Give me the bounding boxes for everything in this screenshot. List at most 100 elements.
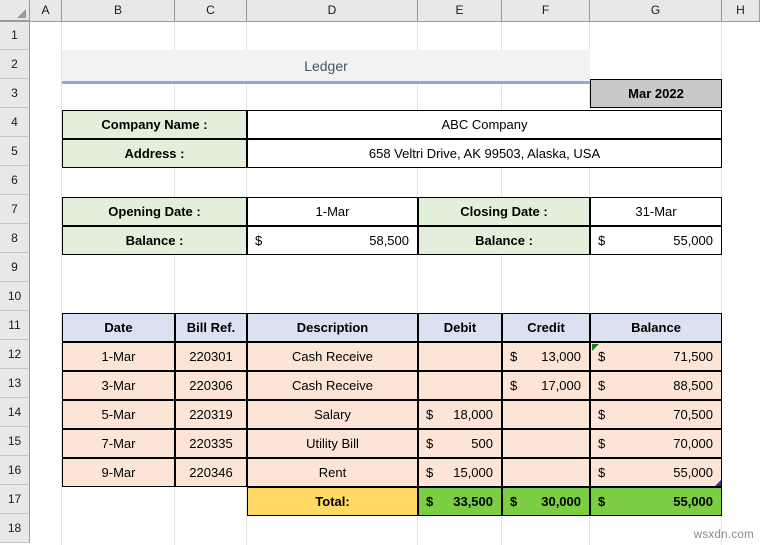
currency-symbol: $ bbox=[426, 436, 434, 451]
amount: 58,500 bbox=[369, 233, 409, 248]
row-header-1[interactable]: 1 bbox=[0, 21, 30, 50]
total-balance: $ 55,000 bbox=[590, 487, 722, 516]
table-row: 3-Mar bbox=[62, 371, 175, 400]
row-header-3[interactable]: 3 bbox=[0, 79, 30, 108]
row-header-11[interactable]: 11 bbox=[0, 311, 30, 340]
closing-date-value: 31-Mar bbox=[590, 197, 722, 226]
row-header-8[interactable]: 8 bbox=[0, 224, 30, 253]
column-header-a[interactable]: A bbox=[30, 0, 62, 21]
amount: 33,500 bbox=[453, 494, 493, 509]
amount: 55,000 bbox=[673, 465, 713, 480]
row-header-7[interactable]: 7 bbox=[0, 195, 30, 224]
currency-symbol: $ bbox=[598, 233, 606, 248]
closing-balance-value: $ 55,000 bbox=[590, 226, 722, 255]
table-row bbox=[502, 458, 590, 487]
row-header-5[interactable]: 5 bbox=[0, 137, 30, 166]
currency-symbol: $ bbox=[426, 465, 434, 480]
table-header-debit: Debit bbox=[418, 313, 502, 342]
currency-symbol: $ bbox=[598, 407, 606, 422]
closing-date-label: Closing Date : bbox=[418, 197, 590, 226]
row-header-14[interactable]: 14 bbox=[0, 398, 30, 427]
table-header-date: Date bbox=[62, 313, 175, 342]
table-row: 7-Mar bbox=[62, 429, 175, 458]
table-row: Cash Receive bbox=[247, 342, 418, 371]
row-header-2[interactable]: 2 bbox=[0, 50, 30, 79]
amount: 55,000 bbox=[673, 233, 713, 248]
table-row: $ 88,500 bbox=[590, 371, 722, 400]
amount: 500 bbox=[471, 436, 493, 451]
row-header-16[interactable]: 16 bbox=[0, 456, 30, 485]
currency-symbol: $ bbox=[598, 378, 606, 393]
table-row: $ 70,500 bbox=[590, 400, 722, 429]
table-row: 1-Mar bbox=[62, 342, 175, 371]
amount: 70,500 bbox=[673, 407, 713, 422]
currency-symbol: $ bbox=[598, 349, 606, 364]
page-title: Ledger bbox=[304, 57, 348, 74]
table-row bbox=[418, 342, 502, 371]
total-credit: $ 30,000 bbox=[502, 487, 590, 516]
opening-date-value: 1-Mar bbox=[247, 197, 418, 226]
ledger-title-bar: Ledger bbox=[62, 50, 590, 84]
table-row: 220335 bbox=[175, 429, 247, 458]
amount: 70,000 bbox=[673, 436, 713, 451]
amount: 17,000 bbox=[541, 378, 581, 393]
currency-symbol: $ bbox=[510, 349, 518, 364]
table-row: $ 13,000 bbox=[502, 342, 590, 371]
table-row: Rent bbox=[247, 458, 418, 487]
currency-symbol: $ bbox=[426, 494, 434, 509]
table-row: Cash Receive bbox=[247, 371, 418, 400]
table-row: $ 17,000 bbox=[502, 371, 590, 400]
total-label: Total: bbox=[247, 487, 418, 516]
currency-symbol: $ bbox=[598, 494, 606, 509]
row-header-10[interactable]: 10 bbox=[0, 282, 30, 311]
table-header-balance: Balance bbox=[590, 313, 722, 342]
select-all-corner[interactable] bbox=[0, 0, 30, 21]
column-header-strip: ABCDEFGH bbox=[0, 0, 760, 22]
table-row: $ 18,000 bbox=[418, 400, 502, 429]
row-header-12[interactable]: 12 bbox=[0, 340, 30, 369]
currency-symbol: $ bbox=[426, 407, 434, 422]
company-name-label: Company Name : bbox=[62, 110, 247, 139]
table-header-bill-ref: Bill Ref. bbox=[175, 313, 247, 342]
table-row: 9-Mar bbox=[62, 458, 175, 487]
row-header-9[interactable]: 9 bbox=[0, 253, 30, 282]
currency-symbol: $ bbox=[255, 233, 263, 248]
column-header-g[interactable]: G bbox=[590, 0, 722, 21]
table-row: 220301 bbox=[175, 342, 247, 371]
table-row: 220306 bbox=[175, 371, 247, 400]
address-value: 658 Veltri Drive, AK 99503, Alaska, USA bbox=[247, 139, 722, 168]
table-row: 220346 bbox=[175, 458, 247, 487]
row-header-13[interactable]: 13 bbox=[0, 369, 30, 398]
selection-handle-icon bbox=[715, 480, 721, 486]
opening-balance-value: $ 58,500 bbox=[247, 226, 418, 255]
table-row bbox=[502, 429, 590, 458]
table-row: $ 55,000 bbox=[590, 458, 722, 487]
column-header-c[interactable]: C bbox=[175, 0, 247, 21]
table-row: $ 70,000 bbox=[590, 429, 722, 458]
currency-symbol: $ bbox=[598, 465, 606, 480]
column-header-f[interactable]: F bbox=[502, 0, 590, 21]
row-header-18[interactable]: 18 bbox=[0, 514, 30, 543]
watermark: wsxdn.com bbox=[693, 529, 754, 541]
row-header-6[interactable]: 6 bbox=[0, 166, 30, 195]
table-header-credit: Credit bbox=[502, 313, 590, 342]
row-header-15[interactable]: 15 bbox=[0, 427, 30, 456]
column-header-d[interactable]: D bbox=[247, 0, 418, 21]
total-debit: $ 33,500 bbox=[418, 487, 502, 516]
amount: 88,500 bbox=[673, 378, 713, 393]
table-row: $ 71,500 bbox=[590, 342, 722, 371]
column-header-h[interactable]: H bbox=[722, 0, 760, 21]
row-header-4[interactable]: 4 bbox=[0, 108, 30, 137]
column-header-b[interactable]: B bbox=[62, 0, 175, 21]
table-row: 5-Mar bbox=[62, 400, 175, 429]
table-row: Utility Bill bbox=[247, 429, 418, 458]
amount: 13,000 bbox=[541, 349, 581, 364]
currency-symbol: $ bbox=[598, 436, 606, 451]
table-row: $ 500 bbox=[418, 429, 502, 458]
row-header-17[interactable]: 17 bbox=[0, 485, 30, 514]
column-header-e[interactable]: E bbox=[418, 0, 502, 21]
amount: 30,000 bbox=[541, 494, 581, 509]
currency-symbol: $ bbox=[510, 378, 518, 393]
table-header-description: Description bbox=[247, 313, 418, 342]
company-name-value: ABC Company bbox=[247, 110, 722, 139]
